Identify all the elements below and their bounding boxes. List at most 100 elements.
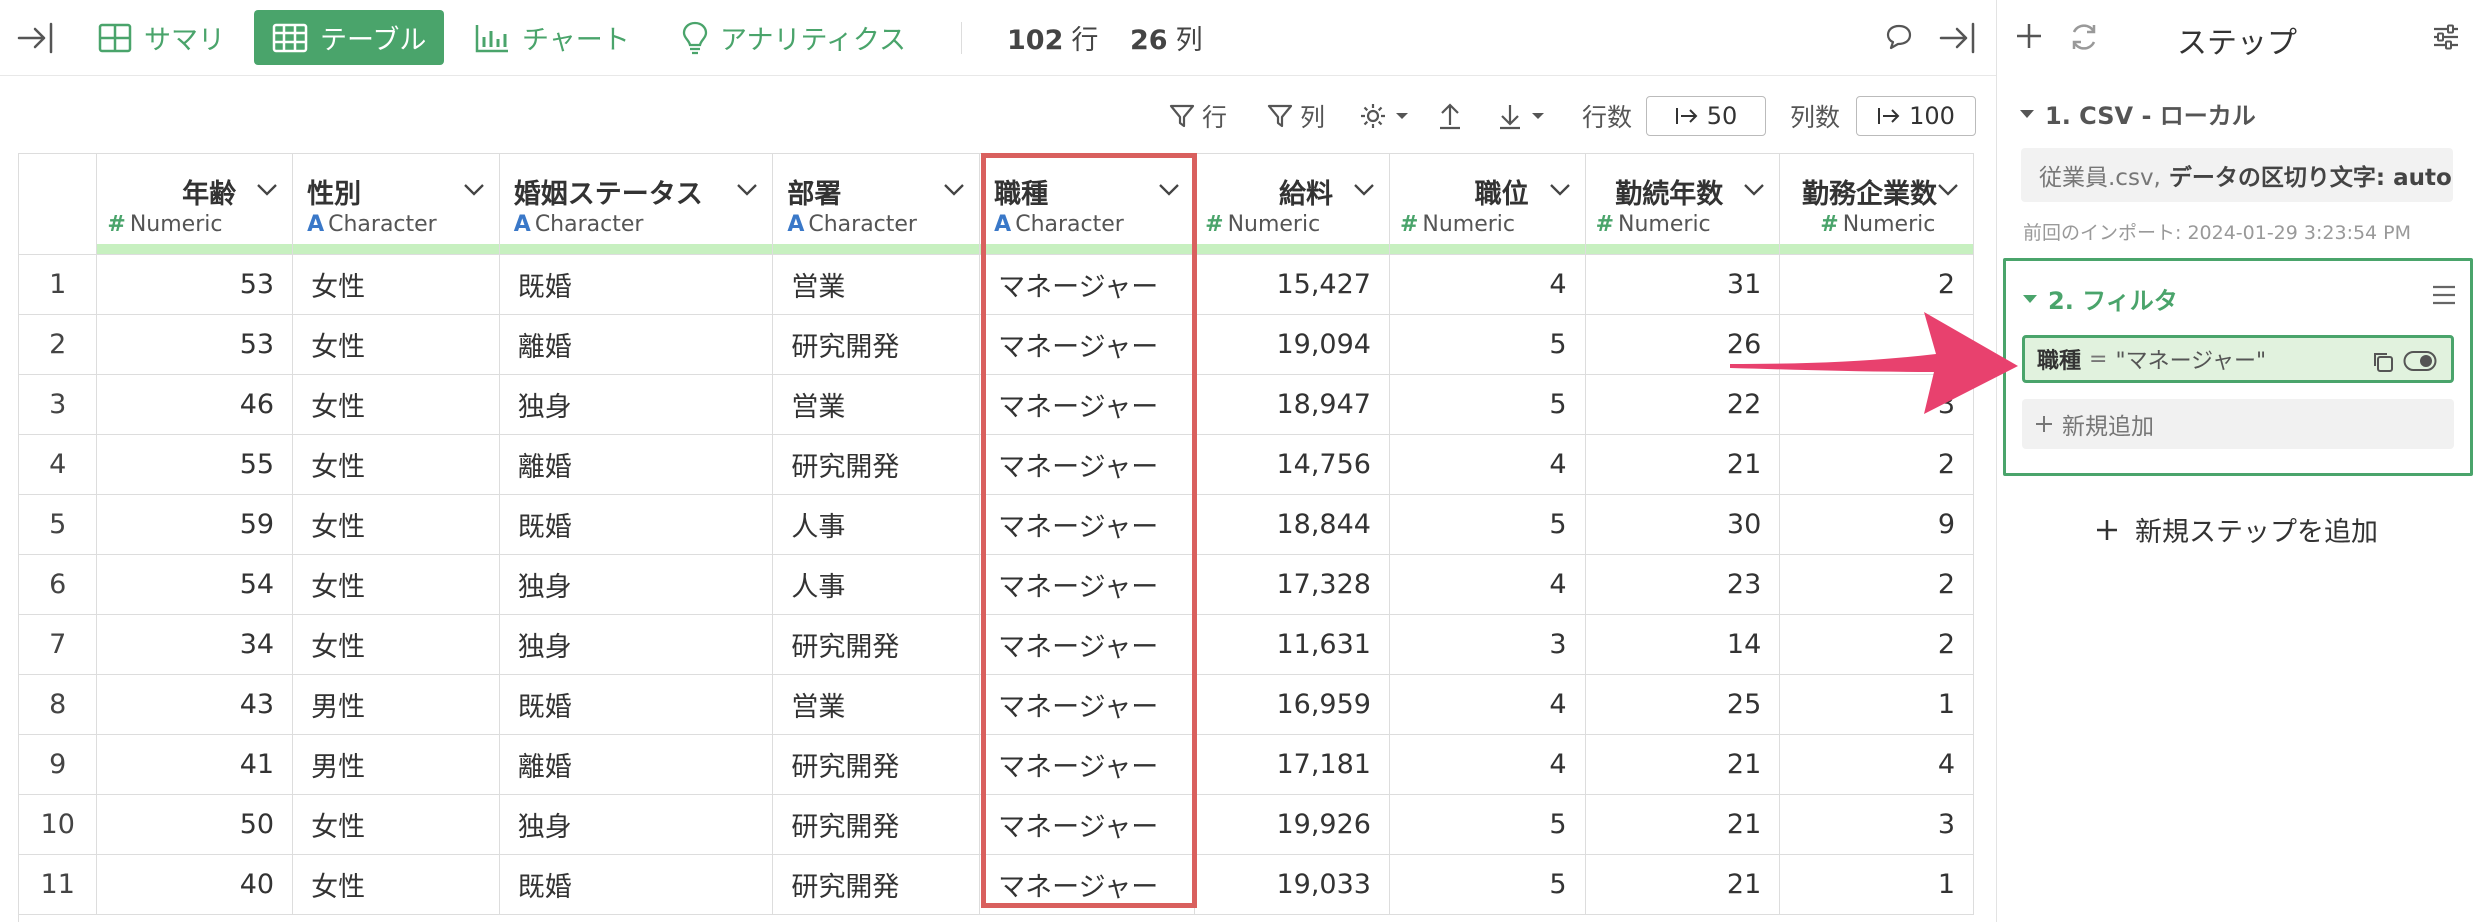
table-cell[interactable]: 男性 xyxy=(292,734,500,795)
step-1-detail[interactable]: 従業員.csv, データの区切り文字: auto xyxy=(2021,148,2453,202)
row-index[interactable]: 11 xyxy=(19,854,98,915)
table-cell[interactable]: 14,756 xyxy=(1194,434,1390,495)
table-cell[interactable]: 3 xyxy=(1779,794,1974,855)
table-cell[interactable]: マネージャー xyxy=(979,254,1196,315)
table-cell[interactable]: 54 xyxy=(96,554,294,615)
table-cell[interactable]: 11,631 xyxy=(1194,614,1390,675)
column-header[interactable]: 部署 A Character xyxy=(772,154,981,255)
table-cell[interactable]: 5 xyxy=(1389,314,1586,375)
row-index[interactable]: 7 xyxy=(19,614,98,675)
tab-summary[interactable]: サマリ xyxy=(80,10,243,65)
table-cell[interactable]: 15,427 xyxy=(1194,254,1390,315)
step-2-title[interactable]: 2. フィルタ xyxy=(2022,281,2178,316)
column-header[interactable]: 給料 # Numeric xyxy=(1194,154,1390,255)
settings-dropdown-button[interactable] xyxy=(1358,98,1410,134)
table-cell[interactable]: 21 xyxy=(1585,734,1781,795)
table-cell[interactable]: 離婚 xyxy=(499,434,774,495)
table-cell[interactable]: 営業 xyxy=(772,374,981,435)
row-index[interactable]: 2 xyxy=(19,314,98,375)
table-cell[interactable]: 40 xyxy=(96,854,294,915)
table-cell[interactable]: 9 xyxy=(1779,494,1974,555)
table-cell[interactable]: 4 xyxy=(1389,554,1586,615)
table-cell[interactable]: 5 xyxy=(1389,374,1586,435)
comment-icon[interactable] xyxy=(1884,22,1914,56)
row-index[interactable]: 10 xyxy=(19,794,98,855)
column-header[interactable]: 性別 A Character xyxy=(292,154,500,255)
table-cell[interactable]: 既婚 xyxy=(499,254,774,315)
step-1-title[interactable]: 1. CSV - ローカル xyxy=(2019,96,2256,131)
chevron-down-icon[interactable] xyxy=(1549,182,1571,201)
tab-analytics[interactable]: アナリティクス xyxy=(664,10,924,65)
table-cell[interactable]: 女性 xyxy=(292,854,500,915)
table-cell[interactable]: 50 xyxy=(96,794,294,855)
table-cell[interactable]: マネージャー xyxy=(979,374,1196,435)
table-cell[interactable]: 女性 xyxy=(292,434,500,495)
table-cell[interactable]: 既婚 xyxy=(499,494,774,555)
table-cell[interactable]: 1 xyxy=(1779,854,1974,915)
chevron-down-icon[interactable] xyxy=(943,182,965,201)
table-cell[interactable]: 3 xyxy=(1389,614,1586,675)
table-cell[interactable]: 53 xyxy=(96,254,294,315)
tab-chart[interactable]: チャート xyxy=(456,10,648,65)
table-cell[interactable]: 独身 xyxy=(499,374,774,435)
add-new-filter-button[interactable]: 新規追加 xyxy=(2022,399,2454,449)
row-index[interactable]: 6 xyxy=(19,554,98,615)
table-cell[interactable]: マネージャー xyxy=(979,314,1196,375)
table-cell[interactable]: 4 xyxy=(1779,734,1974,795)
table-cell[interactable]: 4 xyxy=(1389,734,1586,795)
row-index[interactable]: 4 xyxy=(19,434,98,495)
table-cell[interactable]: 19,094 xyxy=(1194,314,1390,375)
upload-button[interactable] xyxy=(1436,98,1464,134)
chevron-down-icon[interactable] xyxy=(463,182,485,201)
table-cell[interactable]: 2 xyxy=(1779,254,1974,315)
collapse-right-icon[interactable] xyxy=(1938,20,1978,60)
table-cell[interactable]: 離婚 xyxy=(499,314,774,375)
table-cell[interactable]: 営業 xyxy=(772,674,981,735)
table-cell[interactable]: 3 xyxy=(1779,374,1974,435)
table-cell[interactable]: 2 xyxy=(1779,554,1974,615)
table-cell[interactable]: 19,926 xyxy=(1194,794,1390,855)
row-index[interactable]: 1 xyxy=(19,254,98,315)
table-cell[interactable]: 26 xyxy=(1585,314,1781,375)
filter-condition[interactable]: 職種 = "マネージャー" xyxy=(2022,335,2454,383)
table-cell[interactable]: 研究開発 xyxy=(772,434,981,495)
table-cell[interactable]: 女性 xyxy=(292,314,500,375)
table-cell[interactable]: 女性 xyxy=(292,614,500,675)
table-cell[interactable]: 22 xyxy=(1585,374,1781,435)
chevron-down-icon[interactable] xyxy=(1158,182,1180,201)
table-cell[interactable]: マネージャー xyxy=(979,794,1196,855)
table-cell[interactable]: 女性 xyxy=(292,494,500,555)
column-header[interactable]: 職位 # Numeric xyxy=(1389,154,1586,255)
table-cell[interactable]: 17,181 xyxy=(1194,734,1390,795)
table-cell[interactable]: 独身 xyxy=(499,614,774,675)
table-cell[interactable]: 3 xyxy=(1779,314,1974,375)
row-index[interactable]: 8 xyxy=(19,674,98,735)
table-cell[interactable]: 独身 xyxy=(499,794,774,855)
table-cell[interactable]: 既婚 xyxy=(499,674,774,735)
table-cell[interactable]: 5 xyxy=(1389,854,1586,915)
table-cell[interactable]: 研究開発 xyxy=(772,314,981,375)
row-index[interactable]: 3 xyxy=(19,374,98,435)
table-cell[interactable]: 34 xyxy=(96,614,294,675)
copy-icon[interactable] xyxy=(2371,350,2395,380)
table-cell[interactable]: 43 xyxy=(96,674,294,735)
hamburger-menu-icon[interactable] xyxy=(2430,283,2458,311)
table-cell[interactable]: 21 xyxy=(1585,434,1781,495)
table-cell[interactable]: 1 xyxy=(1779,674,1974,735)
column-header[interactable]: 婚姻ステータス A Character xyxy=(499,154,774,255)
column-header[interactable]: 年齢 # Numeric xyxy=(96,154,294,255)
row-index[interactable]: 9 xyxy=(19,734,98,795)
table-cell[interactable]: 4 xyxy=(1389,674,1586,735)
table-cell[interactable]: マネージャー xyxy=(979,854,1196,915)
table-cell[interactable]: 31 xyxy=(1585,254,1781,315)
table-cell[interactable]: 53 xyxy=(96,314,294,375)
table-cell[interactable]: 21 xyxy=(1585,794,1781,855)
table-cell[interactable]: 2 xyxy=(1779,614,1974,675)
download-dropdown-button[interactable] xyxy=(1496,98,1546,134)
add-step-button[interactable]: 新規ステップを追加 xyxy=(1997,510,2476,549)
table-cell[interactable]: 女性 xyxy=(292,254,500,315)
column-filter-button[interactable]: 列 xyxy=(1266,98,1325,134)
column-header[interactable]: 勤務企業数 # Numeric xyxy=(1779,154,1974,255)
collapse-left-icon[interactable] xyxy=(16,20,56,56)
toggle-switch-icon[interactable] xyxy=(2403,350,2437,378)
